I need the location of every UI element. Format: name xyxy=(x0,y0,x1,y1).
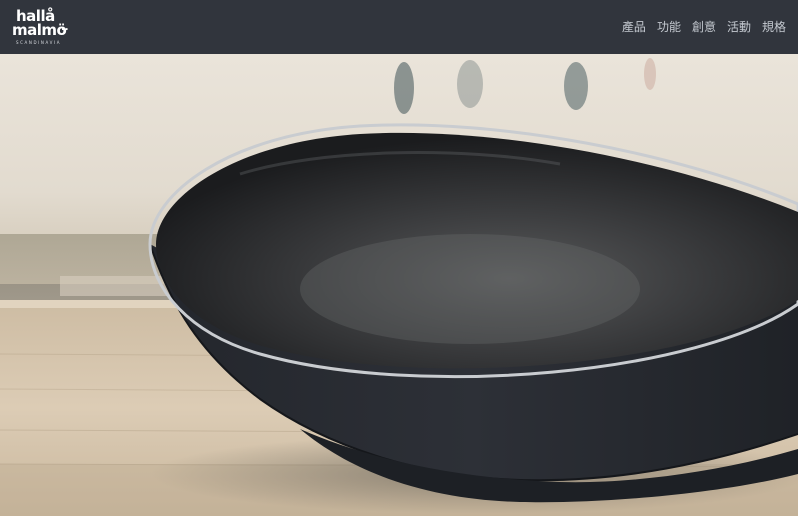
main-nav: 產品 功能 創意 活動 規格 xyxy=(611,19,786,35)
nav-item-products[interactable]: 產品 xyxy=(622,19,646,35)
nav-item-specs[interactable]: 規格 xyxy=(762,19,786,35)
logo-text-line2: malmö xyxy=(12,21,67,39)
logo-umlaut-dots: .. xyxy=(61,22,69,33)
nav-item-events[interactable]: 活動 xyxy=(727,19,751,35)
hero-image-wok xyxy=(0,54,798,516)
nav-item-features[interactable]: 功能 xyxy=(657,19,681,35)
brand-logo[interactable]: hallå malmö .. SCANDINAVIA xyxy=(12,7,76,49)
hero-banner xyxy=(0,54,798,516)
nav-item-creative[interactable]: 創意 xyxy=(692,19,716,35)
logo-tagline: SCANDINAVIA xyxy=(16,40,62,45)
top-navbar: hallå malmö .. SCANDINAVIA 產品 功能 創意 活動 規… xyxy=(0,0,798,54)
